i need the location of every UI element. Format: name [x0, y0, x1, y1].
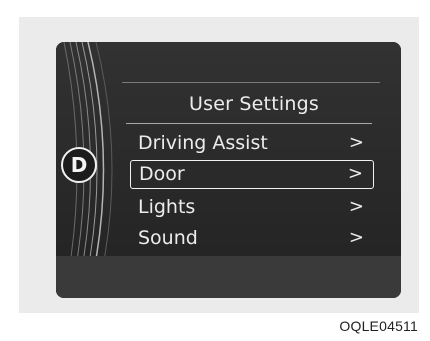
chevron-right-icon: > [348, 196, 364, 217]
menu-item-label: Lights [138, 196, 196, 218]
image-code: OQLE04511 [339, 318, 418, 334]
chevron-right-icon: > [348, 227, 364, 248]
top-divider [122, 82, 380, 83]
menu-item-door[interactable]: Door > [130, 160, 374, 189]
menu-item-label: Driving Assist [138, 132, 268, 154]
cluster-display: User Settings Driving Assist > Door > Li… [56, 42, 401, 298]
menu-item-label: Door [139, 163, 185, 185]
menu-title: User Settings [189, 93, 319, 115]
menu-item-label: Sound [138, 227, 198, 249]
menu-item-lights[interactable]: Lights > [130, 194, 374, 223]
gear-indicator: D [61, 147, 97, 183]
chevron-right-icon: > [348, 132, 364, 153]
menu-item-driving-assist[interactable]: Driving Assist > [130, 130, 374, 159]
menu-item-sound[interactable]: Sound > [130, 225, 374, 254]
title-divider [126, 123, 372, 124]
bottom-bar [56, 256, 401, 298]
chevron-right-icon: > [347, 163, 363, 184]
